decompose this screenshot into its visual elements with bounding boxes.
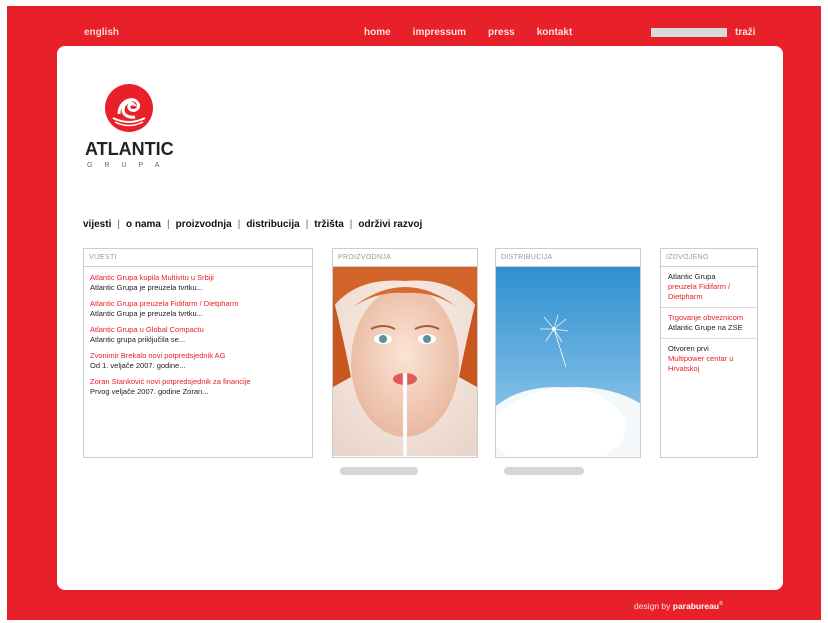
top-nav: home impressum press kontakt — [364, 27, 594, 38]
top-bar: english home impressum press kontakt tra… — [7, 6, 821, 46]
featured-link[interactable]: Trgovanje obveznicom — [668, 313, 750, 323]
nav-o-nama[interactable]: o nama — [126, 219, 161, 230]
page-frame: english home impressum press kontakt tra… — [7, 6, 821, 620]
featured-item[interactable]: Trgovanje obveznicom Atlantic Grupe na Z… — [661, 308, 757, 339]
nav-kontakt-link[interactable]: kontakt — [537, 27, 573, 38]
nav-odrzivi-razvoj[interactable]: održivi razvoj — [358, 219, 422, 230]
production-link-pill[interactable] — [340, 467, 418, 475]
news-title[interactable]: Atlantic Grupa u Global Compactu — [90, 325, 306, 335]
nav-vijesti[interactable]: vijesti — [83, 219, 111, 230]
search-input[interactable] — [651, 28, 727, 37]
distribution-image[interactable] — [496, 267, 640, 456]
registered-mark-icon: ® — [719, 601, 723, 608]
nav-separator: | — [166, 219, 170, 230]
featured-text: Atlantic Grupa — [668, 272, 716, 281]
distribution-header: DISTRIBUCIJA — [496, 249, 640, 267]
nav-trzista[interactable]: tržišta — [314, 219, 343, 230]
nav-proizvodnja[interactable]: proizvodnja — [176, 219, 232, 230]
nav-separator: | — [117, 219, 120, 230]
nav-separator: | — [349, 219, 353, 230]
credit-prefix: design by — [634, 601, 671, 611]
news-item[interactable]: Atlantic Grupa u Global Compactu Atlanti… — [84, 325, 312, 345]
content-panel: ATLANTIC GRUPA vijesti | o nama | proizvodnj… — [57, 46, 783, 590]
news-desc: Atlantic Grupa je preuzela tvrtku... — [90, 283, 203, 292]
logo-subtitle: GRUPA — [87, 162, 172, 169]
nav-home-link[interactable]: home — [364, 27, 391, 38]
news-box: VIJESTI Atlantic Grupa kupila Multivitu … — [83, 248, 313, 458]
news-title[interactable]: Atlantic Grupa preuzela Fidifarm / Dietp… — [90, 299, 306, 309]
news-title[interactable]: Zvonimir Brekalo novi potpredsjednik AG — [90, 351, 306, 361]
news-item[interactable]: Atlantic Grupa kupila Multivitu u Srbiji… — [84, 273, 312, 293]
nav-separator: | — [305, 219, 309, 230]
news-desc: Prvog veljače 2007. godine Zoran... — [90, 387, 209, 396]
production-image[interactable] — [333, 267, 477, 456]
news-item[interactable]: Zoran Stanković novi potpredsjednik za f… — [84, 377, 312, 397]
news-title[interactable]: Atlantic Grupa kupila Multivitu u Srbiji — [90, 273, 306, 283]
news-item[interactable]: Zvonimir Brekalo novi potpredsjednik AG … — [84, 351, 312, 371]
distribution-box[interactable]: DISTRIBUCIJA — [495, 248, 641, 458]
logo-wordmark: ATLANTIC — [85, 139, 174, 159]
featured-box: IZDVOJENO Atlantic Grupa preuzela Fidifa… — [660, 248, 758, 458]
distribution-link-pill[interactable] — [504, 467, 584, 475]
atlantic-logo[interactable]: ATLANTIC GRUPA — [85, 84, 175, 184]
nav-distribucija[interactable]: distribucija — [246, 219, 299, 230]
credit-brand[interactable]: parabureau — [673, 601, 719, 611]
nav-separator: | — [237, 219, 241, 230]
news-desc: Atlantic grupa priključila se... — [90, 335, 186, 344]
production-box[interactable]: PROIZVODNJA — [332, 248, 478, 458]
featured-link[interactable]: preuzela Fidifarm / Dietpharm — [668, 282, 750, 302]
production-header: PROIZVODNJA — [333, 249, 477, 267]
nav-impressum-link[interactable]: impressum — [413, 27, 466, 38]
featured-item[interactable]: Otvoren prvi Multipower centar u Hrvatsk… — [661, 339, 757, 379]
featured-text: Otvoren prvi — [668, 344, 709, 353]
search-button[interactable]: traži — [735, 27, 756, 38]
design-credit[interactable]: design by parabureau® — [634, 601, 723, 611]
featured-header: IZDVOJENO — [661, 249, 757, 267]
featured-item[interactable]: Atlantic Grupa preuzela Fidifarm / Dietp… — [661, 267, 757, 308]
main-nav: vijesti | o nama | proizvodnja | distribucija |… — [83, 219, 422, 230]
wave-logo-icon — [105, 84, 153, 132]
language-link[interactable]: english — [84, 27, 119, 38]
nav-press-link[interactable]: press — [488, 27, 515, 38]
news-desc: Atlantic Grupa je preuzela tvrtku... — [90, 309, 203, 318]
news-header: VIJESTI — [84, 249, 312, 267]
featured-text: Atlantic Grupe na ZSE — [668, 323, 743, 332]
featured-link[interactable]: Multipower centar u Hrvatskoj — [668, 354, 750, 374]
news-item[interactable]: Atlantic Grupa preuzela Fidifarm / Dietp… — [84, 299, 312, 319]
news-desc: Od 1. veljače 2007. godine... — [90, 361, 186, 370]
news-title[interactable]: Zoran Stanković novi potpredsjednik za f… — [90, 377, 306, 387]
